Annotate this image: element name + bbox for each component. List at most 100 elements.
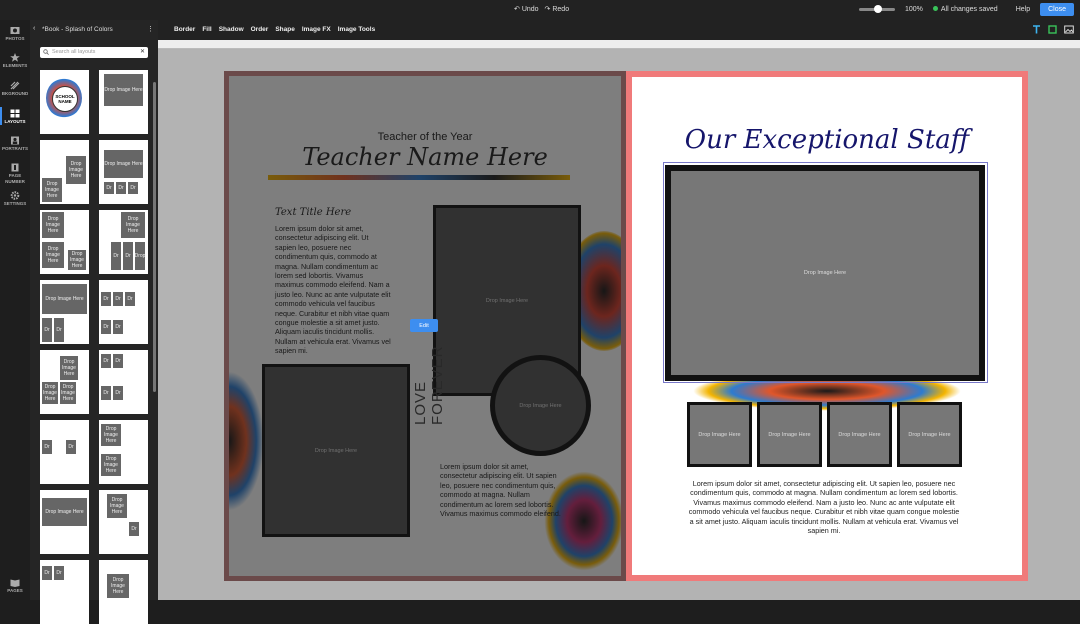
layout-thumb[interactable]: Drop Image Here Drop Image Here Drop Ima… xyxy=(40,210,89,274)
rail-settings[interactable]: SETTINGS xyxy=(0,191,30,206)
layout-thumb[interactable]: Drop Image Here Drop Image Here xyxy=(40,140,89,204)
top-bar: ↶ Undo ↷ Redo 100% All changes saved Hel… xyxy=(0,0,1080,20)
thumb-image-placeholder: Dr xyxy=(54,566,64,580)
rail-elements[interactable]: ELEMENTS xyxy=(0,53,30,68)
layout-search-input[interactable]: Search all layouts ✕ xyxy=(40,47,148,58)
body-text-2[interactable]: Lorem ipsum dolor sit amet, consectetur … xyxy=(440,462,564,518)
staff-image-placeholder-4[interactable]: Drop Image Here xyxy=(897,402,962,467)
layout-thumb[interactable]: Drop Image Here Drop Image Here xyxy=(99,420,148,484)
saved-status-icon xyxy=(932,6,938,11)
thumb-image-placeholder: Dr xyxy=(101,292,111,306)
rail-portraits[interactable]: PORTRAITS xyxy=(0,136,30,151)
save-status: All changes saved xyxy=(932,6,998,13)
rail-page-number[interactable]: PAGE NUMBER xyxy=(0,163,30,184)
layout-thumb[interactable]: Drop Image Here Dr Dr Drop xyxy=(99,210,148,274)
undo-button[interactable]: ↶ Undo xyxy=(514,5,539,13)
toolbar-tabs: Border Fill Shadow Order Shape Image FX … xyxy=(174,26,375,33)
thumb-image-placeholder: Dr xyxy=(101,354,111,368)
left-image-placeholder[interactable]: Drop Image Here xyxy=(262,364,410,537)
layout-thumb[interactable]: Dr Dr xyxy=(40,560,89,624)
background-icon xyxy=(10,81,20,90)
feature-image-placeholder[interactable]: Drop Image Here xyxy=(665,165,985,381)
layout-thumb[interactable]: Drop Image Here Dr xyxy=(99,490,148,554)
edit-button[interactable]: Edit xyxy=(410,319,438,332)
thumb-image-placeholder: Dr xyxy=(113,354,123,368)
thumb-image-placeholder: Dr xyxy=(113,320,123,334)
staff-image-placeholder-2[interactable]: Drop Image Here xyxy=(757,402,822,467)
staff-image-placeholder-1[interactable]: Drop Image Here xyxy=(687,402,752,467)
thumb-image-placeholder: Dr xyxy=(42,318,52,342)
star-icon xyxy=(10,53,20,62)
thumb-image-placeholder: Drop Image Here xyxy=(107,574,129,598)
history-controls: ↶ Undo ↷ Redo xyxy=(514,5,569,13)
thumb-image-placeholder: Dr xyxy=(111,242,121,270)
tab-fill[interactable]: Fill xyxy=(202,26,211,33)
layout-thumb[interactable]: Drop Image Here xyxy=(99,70,148,134)
tab-shape[interactable]: Shape xyxy=(275,26,295,33)
panel-title: *Book - Splash of Colors xyxy=(42,26,113,33)
layout-thumb[interactable]: Drop Image Here xyxy=(99,560,148,624)
back-chevron-icon[interactable]: ‹ xyxy=(33,25,35,32)
image-tool-icon[interactable] xyxy=(1064,25,1074,34)
rail-photos[interactable]: PHOTOS xyxy=(0,26,30,41)
thumb-image-placeholder: Dr xyxy=(101,320,111,334)
staff-body-text[interactable]: Lorem ipsum dolor sit amet, consectetur … xyxy=(688,479,960,535)
shape-tool-icon[interactable] xyxy=(1048,25,1057,34)
thumb-image-placeholder: Dr xyxy=(125,292,135,306)
right-page[interactable]: Our Exceptional Staff Drop Image Here Dr… xyxy=(626,71,1028,581)
search-placeholder: Search all layouts xyxy=(52,49,96,55)
thumb-image-placeholder: Drop Image Here xyxy=(60,382,76,404)
rail-label: LAYOUTS xyxy=(4,119,26,124)
teacher-name-title[interactable]: Teacher Name Here xyxy=(224,143,626,171)
horizontal-ruler xyxy=(158,40,1080,49)
zoom-slider-knob[interactable] xyxy=(874,5,883,13)
layout-thumb[interactable]: Dr Dr xyxy=(40,420,89,484)
more-options-icon[interactable]: ⋮ xyxy=(147,25,154,33)
tab-shadow[interactable]: Shadow xyxy=(219,26,244,33)
clear-search-icon[interactable]: ✕ xyxy=(140,48,145,55)
thumb-image-placeholder: Dr xyxy=(113,386,123,400)
close-button[interactable]: Close xyxy=(1040,3,1074,16)
rail-pages[interactable]: PAGES xyxy=(0,578,30,593)
layout-thumb[interactable]: SCHOOL NAME xyxy=(40,70,89,134)
thumb-image-placeholder: Dr xyxy=(113,292,123,306)
staff-image-placeholder-3[interactable]: Drop Image Here xyxy=(827,402,892,467)
thumb-image-placeholder: Dr xyxy=(129,522,139,536)
panel-scrollbar[interactable] xyxy=(153,82,156,392)
help-button[interactable]: Help xyxy=(1016,6,1030,13)
layouts-panel: ‹ *Book - Splash of Colors ⋮ Search all … xyxy=(30,20,158,624)
thumb-image-placeholder: Drop Image Here xyxy=(121,212,145,238)
layout-thumb[interactable]: Drop Image Here Drop Image Here Drop Ima… xyxy=(40,350,89,414)
layout-thumb[interactable]: Dr Dr Dr Dr Dr xyxy=(99,280,148,344)
teacher-subtitle[interactable]: Teacher of the Year xyxy=(224,131,626,143)
layout-thumb[interactable]: Drop Image Here Dr Dr Dr xyxy=(99,140,148,204)
tab-image-tools[interactable]: Image Tools xyxy=(338,26,375,33)
gear-icon xyxy=(10,191,20,200)
thumb-image-placeholder: Drop xyxy=(135,242,145,270)
text-tool-icon[interactable] xyxy=(1032,25,1041,34)
thumb-image-placeholder: Drop Image Here xyxy=(42,178,62,202)
circle-image-placeholder[interactable]: Drop Image Here xyxy=(490,355,591,456)
rail-label: SETTINGS xyxy=(3,201,27,206)
redo-button[interactable]: ↷ Redo xyxy=(545,5,570,13)
zoom-slider[interactable] xyxy=(858,5,895,13)
rail-background[interactable]: BKGROUND xyxy=(0,81,30,96)
tab-order[interactable]: Order xyxy=(251,26,269,33)
thumb-image-placeholder: Drop Image Here xyxy=(66,156,86,184)
school-name-badge: SCHOOL NAME xyxy=(52,86,78,112)
body-text-1[interactable]: Lorem ipsum dolor sit amet, consectetur … xyxy=(275,224,391,356)
staff-title[interactable]: Our Exceptional Staff xyxy=(626,125,1028,155)
rail-layouts[interactable]: LAYOUTS xyxy=(0,107,30,125)
layout-thumb[interactable]: Dr Dr Dr Dr xyxy=(99,350,148,414)
zoom-level: 100% xyxy=(904,6,923,13)
photo-icon xyxy=(10,27,20,34)
text-title[interactable]: Text Title Here xyxy=(275,207,351,218)
layout-thumb[interactable]: Drop Image Here xyxy=(40,490,89,554)
thumb-image-placeholder: Drop Image Here xyxy=(42,242,64,268)
tab-image-fx[interactable]: Image FX xyxy=(302,26,331,33)
thumb-image-placeholder: Dr xyxy=(128,182,138,194)
thumb-image-placeholder: Drop Image Here xyxy=(101,424,121,446)
layout-thumb[interactable]: Drop Image Here Dr Dr xyxy=(40,280,89,344)
rail-label: PAGES xyxy=(7,588,23,593)
tab-border[interactable]: Border xyxy=(174,26,195,33)
